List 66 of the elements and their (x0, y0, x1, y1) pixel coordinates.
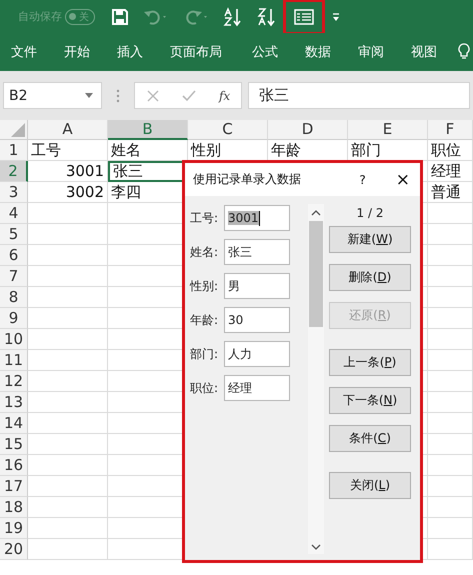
formula-input[interactable]: 张三 (248, 82, 470, 109)
row-header[interactable]: 4 (0, 203, 28, 224)
column-header[interactable]: C (188, 120, 268, 140)
name-box[interactable]: B2 (3, 82, 102, 109)
ribbon-tab[interactable]: 审阅 (358, 43, 384, 61)
row-header[interactable]: 15 (0, 434, 28, 455)
ribbon-tab[interactable]: 公式 (252, 43, 278, 61)
row-header[interactable]: 1 (0, 140, 28, 161)
field-label: 部门: (190, 346, 220, 362)
row-header[interactable]: 10 (0, 329, 28, 350)
row-header[interactable]: 12 (0, 371, 28, 392)
ribbon-tab[interactable]: 视图 (411, 43, 437, 61)
ribbon-tab[interactable]: 数据 (305, 43, 331, 61)
row-header[interactable]: 2 (0, 161, 28, 182)
row-header[interactable]: 16 (0, 455, 28, 476)
row-header[interactable]: 13 (0, 392, 28, 413)
close-button[interactable]: × (396, 170, 410, 190)
dialog-button[interactable]: 下一条(N) (329, 387, 411, 414)
record-counter: 1 / 2 (356, 205, 384, 222)
table-cell: 3001 (28, 161, 108, 182)
dialog-button[interactable]: 关闭(L) (329, 472, 411, 499)
row-header[interactable]: 19 (0, 518, 28, 539)
column-header[interactable]: B (108, 120, 188, 140)
column-header[interactable]: F (428, 120, 473, 140)
row-header[interactable]: 14 (0, 413, 28, 434)
input-field[interactable]: 张三 (224, 239, 290, 265)
column-header[interactable]: D (268, 120, 348, 140)
row-header[interactable]: 20 (0, 539, 28, 560)
table-cell: 3002 (28, 182, 108, 203)
field-label: 年龄: (190, 312, 220, 328)
cell-reference: B2 (9, 88, 28, 104)
dialog-title: 使用记录单录入数据 (193, 171, 302, 188)
input-field[interactable]: 30 (224, 307, 290, 333)
row-header[interactable]: 6 (0, 245, 28, 266)
field-label: 性别: (190, 278, 220, 294)
dialog-button[interactable]: 新建(W) (329, 226, 411, 253)
row-header[interactable]: 8 (0, 287, 28, 308)
field-label: 工号: (190, 210, 220, 226)
table-cell: 普通 (428, 182, 473, 203)
dialog-button[interactable]: 上一条(P) (329, 349, 411, 376)
ribbon-tab[interactable]: 开始 (64, 43, 90, 61)
autosave-label: 自动保存 (18, 9, 62, 24)
insert-function-button[interactable]: fx (218, 88, 230, 102)
row-header[interactable]: 5 (0, 224, 28, 245)
dialog-button[interactable]: 条件(C) (329, 425, 411, 452)
row-header[interactable]: 9 (0, 308, 28, 329)
table-cell: 经理 (428, 161, 473, 182)
help-button[interactable]: ? (359, 172, 366, 186)
input-field[interactable]: 3001 (224, 205, 290, 231)
row-header[interactable]: 11 (0, 350, 28, 371)
table-cell: 工号 (28, 140, 108, 161)
column-header[interactable]: E (348, 120, 428, 140)
input-field[interactable]: 人力 (224, 341, 290, 367)
ribbon-tab[interactable]: 插入 (117, 43, 143, 61)
ribbon-tab[interactable]: 文件 (11, 43, 37, 61)
input-field[interactable]: 经理 (224, 375, 290, 401)
table-cell: 职位 (428, 140, 473, 161)
row-header[interactable]: 3 (0, 182, 28, 203)
ribbon-tab[interactable]: 页面布局 (170, 43, 222, 61)
field-label: 姓名: (190, 244, 220, 260)
field-label: 职位: (190, 380, 220, 396)
row-header[interactable]: 17 (0, 476, 28, 497)
input-field[interactable]: 男 (224, 273, 290, 299)
row-header[interactable]: 7 (0, 266, 28, 287)
dialog-button[interactable]: 删除(D) (329, 264, 411, 291)
row-header[interactable]: 18 (0, 497, 28, 518)
